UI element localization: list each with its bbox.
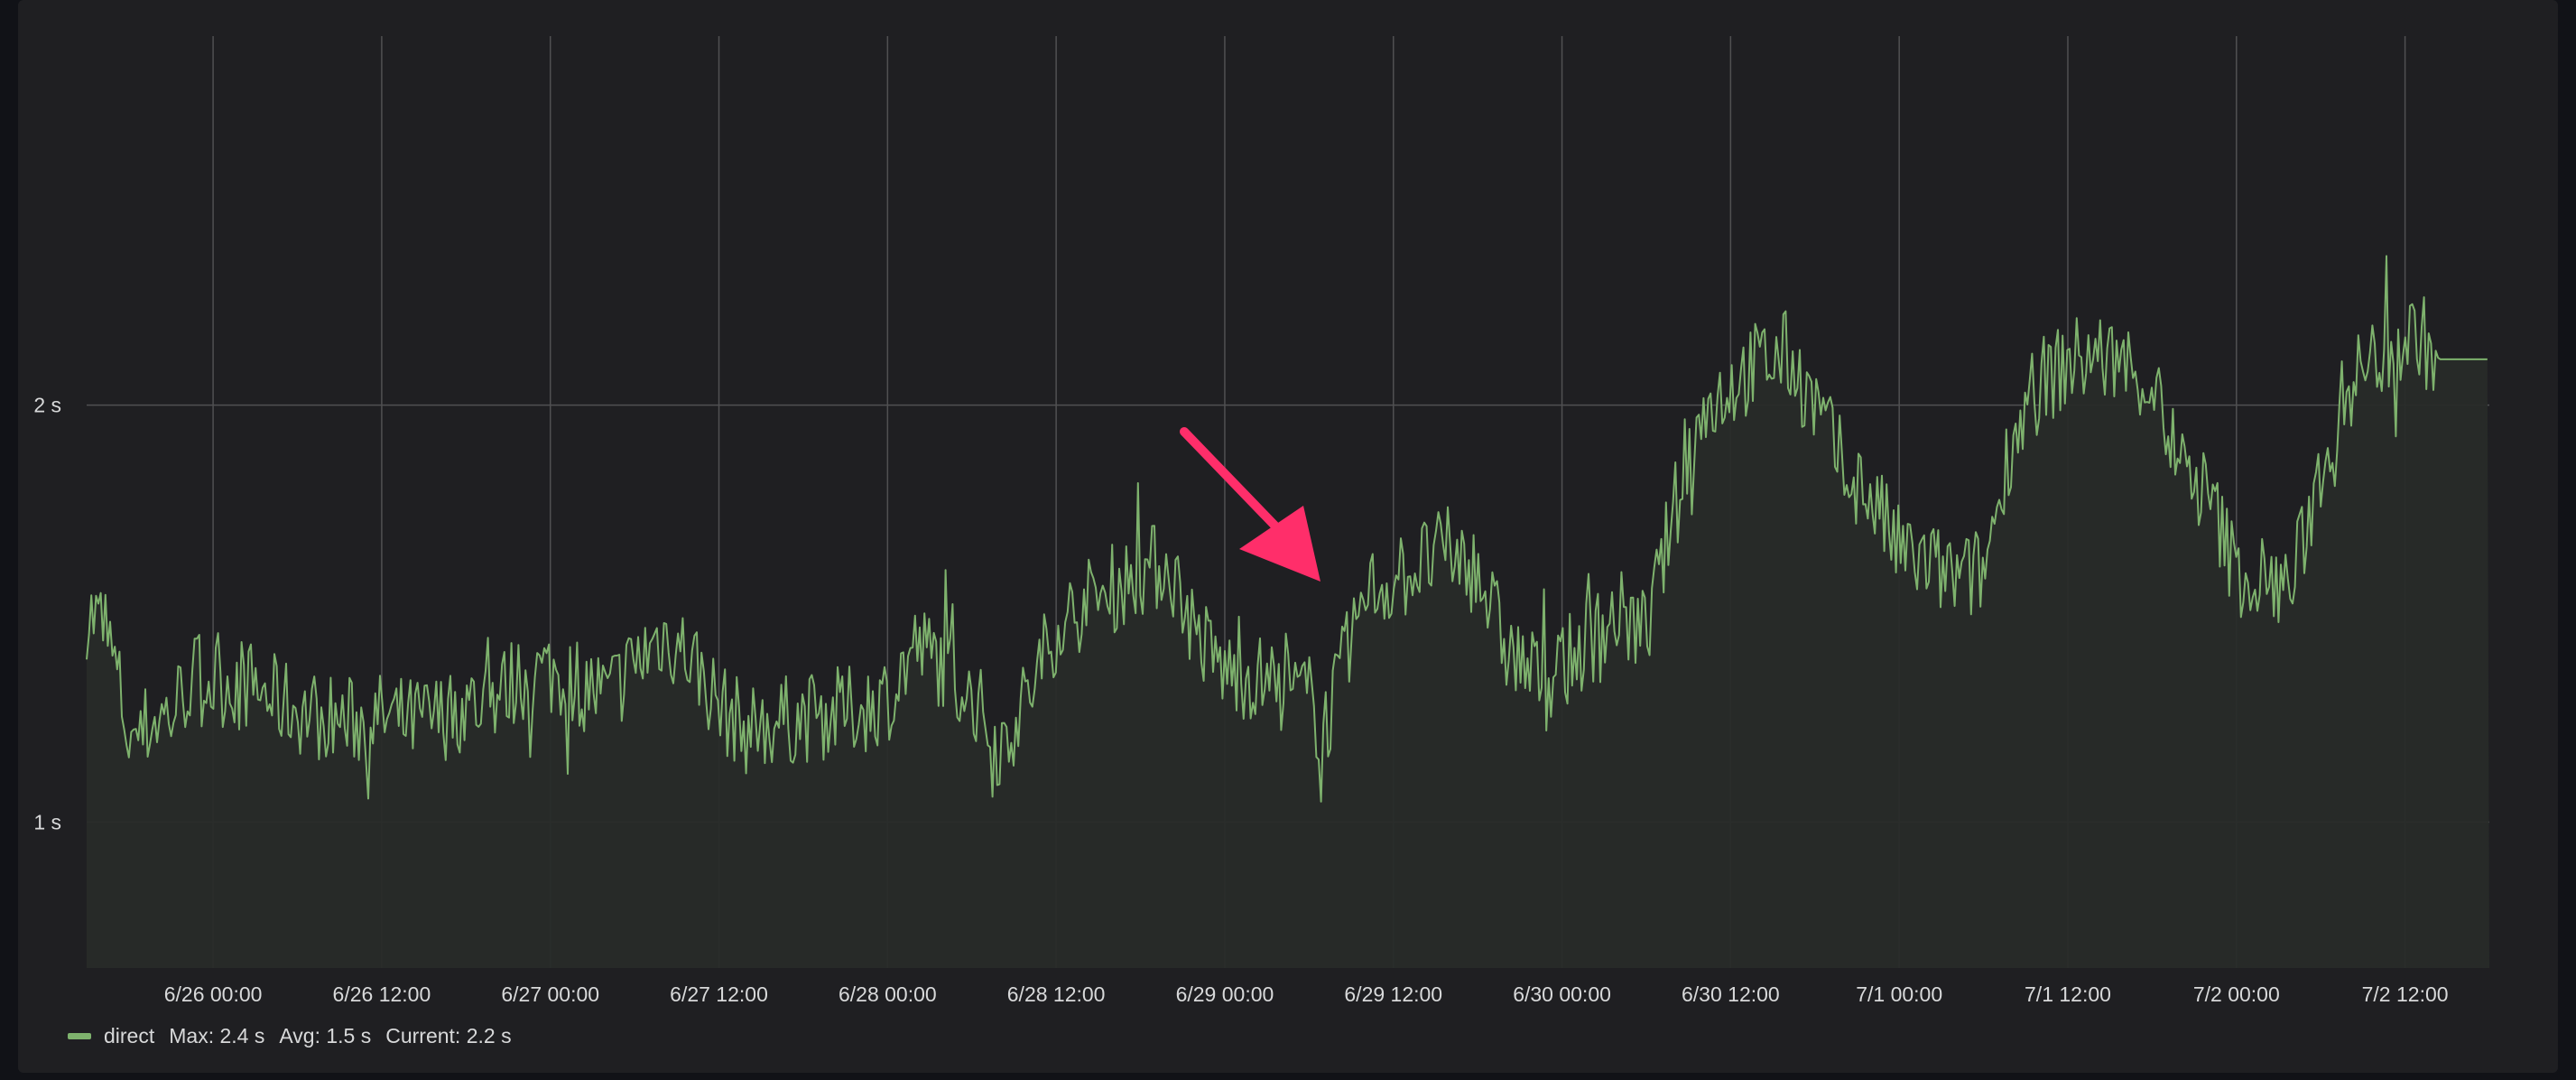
arrow-pointer-icon bbox=[1239, 506, 1320, 582]
x-tick-label: 6/30 00:00 bbox=[1513, 982, 1611, 1006]
x-tick-label: 6/27 12:00 bbox=[670, 982, 768, 1006]
legend-series-name[interactable]: direct bbox=[104, 1024, 154, 1048]
latency-chart: 6/26 00:00 6/26 12:00 6/27 00:00 6/27 12:00… bbox=[33, 36, 2489, 1006]
legend: direct Max: 2.4 s Avg: 1.5 s Current: 2.… bbox=[68, 1024, 512, 1048]
y-tick-label: 1 s bbox=[33, 810, 61, 833]
x-tick-label: 6/27 00:00 bbox=[501, 982, 599, 1006]
legend-max: Max: 2.4 s bbox=[169, 1024, 265, 1047]
x-tick-label: 6/30 12:00 bbox=[1682, 982, 1780, 1006]
legend-avg: Avg: 1.5 s bbox=[279, 1024, 372, 1047]
y-tick-label: 2 s bbox=[33, 394, 61, 417]
arrow-shaft bbox=[1180, 427, 1288, 539]
x-tick-label: 6/26 00:00 bbox=[164, 982, 263, 1006]
legend-swatch[interactable] bbox=[68, 1033, 91, 1039]
legend-current: Current: 2.2 s bbox=[385, 1024, 512, 1047]
x-tick-label: 6/29 12:00 bbox=[1344, 982, 1442, 1006]
annotation-arrow bbox=[1180, 427, 1320, 582]
graph-panel: 6/26 00:00 6/26 12:00 6/27 00:00 6/27 12:00… bbox=[18, 0, 2558, 1073]
series-area bbox=[87, 256, 2489, 968]
series-fill bbox=[87, 256, 2489, 968]
x-tick-label: 7/1 12:00 bbox=[2025, 982, 2111, 1006]
x-tick-label: 6/26 12:00 bbox=[333, 982, 431, 1006]
x-tick-label: 6/29 00:00 bbox=[1176, 982, 1274, 1006]
x-tick-label: 7/2 00:00 bbox=[2193, 982, 2280, 1006]
x-tick-label: 6/28 12:00 bbox=[1007, 982, 1106, 1006]
x-tick-label: 7/2 12:00 bbox=[2362, 982, 2449, 1006]
x-tick-label: 7/1 00:00 bbox=[1856, 982, 1942, 1006]
x-tick-label: 6/28 00:00 bbox=[839, 982, 937, 1006]
